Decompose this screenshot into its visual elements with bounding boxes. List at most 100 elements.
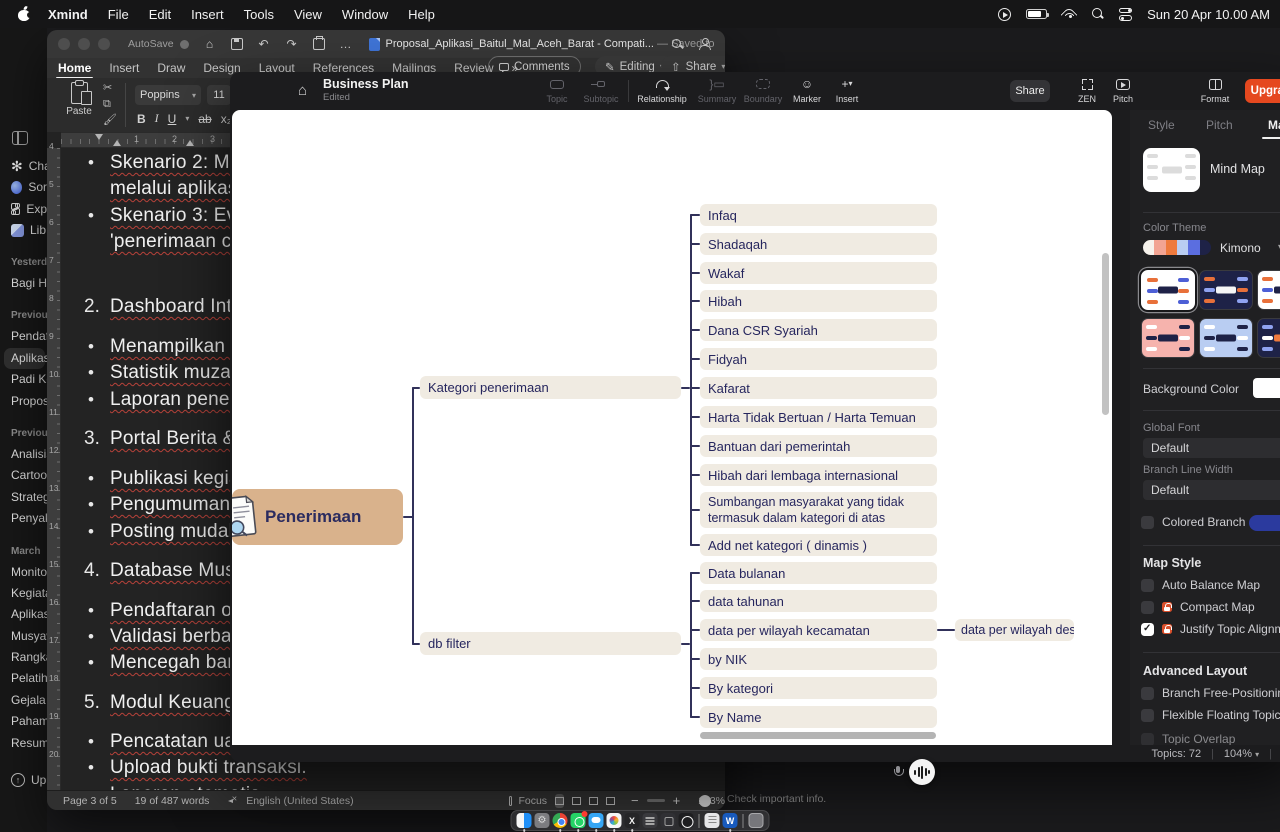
theme-thumbnail[interactable] <box>1141 318 1195 358</box>
chat-history-item[interactable]: Resume <box>0 733 47 754</box>
tab-marker[interactable] <box>186 140 194 146</box>
search-icon[interactable] <box>672 39 683 50</box>
xmind-dock-icon[interactable]: X <box>625 813 640 828</box>
zoom-button[interactable] <box>98 38 110 50</box>
share-contact-icon[interactable] <box>699 38 711 50</box>
chat-history-item[interactable]: Cartoon <box>0 465 47 486</box>
battery-icon[interactable] <box>1026 9 1047 19</box>
compact-map-row[interactable]: Compact Map <box>1141 600 1255 614</box>
zoom-out-button[interactable]: − <box>631 793 639 808</box>
close-button[interactable] <box>58 38 70 50</box>
finder-icon[interactable] <box>517 813 532 828</box>
topic-child[interactable]: Data bulanan <box>700 562 937 584</box>
preview-icon[interactable] <box>705 813 720 828</box>
chat-history-item[interactable]: Penyakit <box>0 508 47 529</box>
auto-balance-row[interactable]: Auto Balance Map <box>1141 578 1260 592</box>
cut-icon[interactable]: ✂ <box>103 82 117 95</box>
topic-db-filter[interactable]: db filter <box>420 632 681 655</box>
topic-overlap-row[interactable]: Topic Overlap <box>1141 732 1235 745</box>
topic-kategori-penerimaan[interactable]: Kategori penerimaan <box>420 376 681 399</box>
strikethrough-button[interactable]: ab <box>198 112 211 126</box>
chrome-icon[interactable] <box>553 813 568 828</box>
branch-width-select[interactable]: Default <box>1143 480 1280 500</box>
checkbox[interactable] <box>1141 579 1154 592</box>
topic-child[interactable]: Infaq <box>700 204 937 226</box>
language-indicator[interactable]: English (United States) <box>246 795 353 807</box>
chat-history-item[interactable]: Musyaw <box>0 626 47 647</box>
bold-button[interactable]: B <box>137 112 146 126</box>
draft-view-button[interactable] <box>606 794 615 808</box>
focus-icon[interactable] <box>509 796 513 806</box>
chat-history-item-selected[interactable]: Aplikasi <box>4 348 45 369</box>
theme-color-swatch[interactable] <box>1143 240 1211 255</box>
chat-history-item[interactable]: Padi Ken <box>0 369 47 390</box>
tab-home[interactable]: Home <box>58 61 91 75</box>
vertical-ruler[interactable]: 4 5 6 7 8 9 10 11 12 13 14 15 16 17 18 1… <box>47 148 61 790</box>
chat-history-item[interactable]: Proposal <box>0 391 47 412</box>
mindmap-canvas[interactable]: Penerimaan Kategori penerimaan db filter… <box>232 110 1112 745</box>
underline-button[interactable]: U <box>168 112 177 126</box>
save-icon[interactable] <box>231 38 243 50</box>
more-icon[interactable]: … <box>339 37 353 51</box>
dictation-button[interactable] <box>909 759 935 785</box>
topic-child[interactable]: Kafarat <box>700 377 937 399</box>
theme-thumbnail[interactable] <box>1141 270 1195 310</box>
theme-name[interactable]: Kimono <box>1220 241 1261 255</box>
whatsapp-icon[interactable] <box>571 813 586 828</box>
topic-grandchild[interactable]: data per wilayah desa <box>955 619 1074 641</box>
italic-button[interactable]: I <box>155 111 159 126</box>
sidebar-toggle-icon[interactable] <box>12 131 28 145</box>
branch-color-swatch[interactable] <box>1249 515 1280 531</box>
upgrade-button[interactable]: Upgrade <box>1245 79 1280 103</box>
apple-icon[interactable] <box>18 8 30 21</box>
theme-thumbnail[interactable] <box>1257 318 1280 358</box>
menu-file[interactable]: File <box>108 7 129 22</box>
topic-child[interactable]: Dana CSR Syariah <box>700 319 937 341</box>
chat-history-item[interactable]: Bagi Has <box>0 273 47 294</box>
relationship-button[interactable]: Relationship <box>635 77 689 104</box>
chat-history-item[interactable]: Gejala <box>0 690 47 711</box>
topic-child[interactable]: data tahunan <box>700 590 937 612</box>
subtopic-button[interactable]: Subtopic <box>574 77 628 104</box>
home-icon[interactable]: ⌂ <box>203 37 217 51</box>
redo-icon[interactable]: ↷ <box>285 37 299 51</box>
topic-child[interactable]: Wakaf <box>700 262 937 284</box>
read-aloud-icon[interactable] <box>225 796 228 806</box>
vertical-scrollbar[interactable] <box>1102 253 1109 415</box>
sidebar-item-sora[interactable]: Sor <box>0 177 47 199</box>
photos-icon[interactable] <box>607 813 622 828</box>
menu-insert[interactable]: Insert <box>191 7 224 22</box>
menu-app-name[interactable]: Xmind <box>48 7 88 22</box>
settings-icon[interactable]: ⚙ <box>535 813 550 828</box>
font-name-select[interactable]: Poppins▾ <box>135 85 201 105</box>
topic-child[interactable]: By kategori <box>700 677 937 699</box>
home-icon[interactable]: ⌂ <box>298 82 307 99</box>
control-center-icon[interactable] <box>1119 8 1132 21</box>
chat-history-item[interactable]: Paham A <box>0 711 47 732</box>
minimize-button[interactable] <box>78 38 90 50</box>
indent-marker[interactable] <box>113 140 121 146</box>
focus-label[interactable]: Focus <box>518 795 547 807</box>
topic-child[interactable]: Hibah dari lembaga internasional <box>700 464 937 486</box>
topic-child[interactable]: Harta Tidak Bertuan / Harta Temuan <box>700 406 937 428</box>
checkbox-checked[interactable] <box>1141 623 1154 636</box>
flexible-floating-topic-row[interactable]: Flexible Floating Topic <box>1141 708 1280 722</box>
web-layout-view-button[interactable] <box>572 794 581 808</box>
trash-icon[interactable] <box>749 813 764 828</box>
colored-branch-row[interactable]: Colored Branch <box>1141 515 1245 529</box>
tab-insert[interactable]: Insert <box>109 61 139 75</box>
tab-style[interactable]: Style <box>1148 118 1175 132</box>
spotlight-icon[interactable] <box>1092 8 1104 20</box>
structure-thumbnail[interactable] <box>1143 148 1200 192</box>
sidebar-item-explore[interactable]: Exp <box>0 198 47 220</box>
horizontal-scrollbar[interactable] <box>700 732 936 739</box>
justify-alignment-row[interactable]: Justify Topic Alignment <box>1141 622 1280 636</box>
theme-thumbnail[interactable] <box>1199 318 1253 358</box>
topic-child[interactable]: Shadaqah <box>700 233 937 255</box>
sidebar-item-chatgpt[interactable]: ✻Cha <box>0 155 47 177</box>
paste-button[interactable]: Paste <box>60 82 98 128</box>
word-dock-icon[interactable]: W <box>723 813 738 828</box>
topic-child[interactable]: Fidyah <box>700 348 937 370</box>
checkbox[interactable] <box>1141 687 1154 700</box>
topic-child[interactable]: Hibah <box>700 290 937 312</box>
